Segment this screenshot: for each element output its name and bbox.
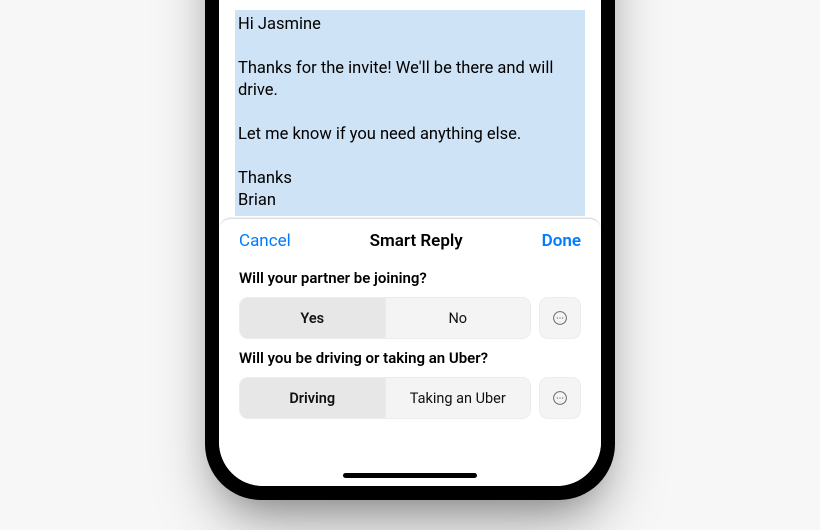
question-2-more-button[interactable] [539,377,581,419]
ellipsis-icon [551,389,569,407]
question-1-label: Will your partner be joining? [239,269,581,287]
phone-inner: Hi Jasmine Thanks for the invite! We'll … [215,0,605,490]
question-1-segment: Yes No [239,297,581,339]
smart-reply-sheet: Cancel Smart Reply Done Will your partne… [219,218,601,486]
question-1-option-yes[interactable]: Yes [240,298,385,338]
question-2-option-driving[interactable]: Driving [240,378,385,418]
screen-content: Hi Jasmine Thanks for the invite! We'll … [219,0,601,486]
stage: Hi Jasmine Thanks for the invite! We'll … [0,0,820,530]
compose-area: Hi Jasmine Thanks for the invite! We'll … [219,0,601,218]
compose-body-text[interactable]: Hi Jasmine Thanks for the invite! We'll … [235,10,585,216]
question-1-options: Yes No [239,297,531,339]
question-1-option-no[interactable]: No [385,298,531,338]
cancel-button[interactable]: Cancel [239,231,291,251]
done-button[interactable]: Done [542,231,581,251]
ellipsis-icon [551,309,569,327]
home-indicator[interactable] [343,473,477,478]
question-2-label: Will you be driving or taking an Uber? [239,349,581,367]
question-block-2: Will you be driving or taking an Uber? D… [219,341,601,421]
question-2-options: Driving Taking an Uber [239,377,531,419]
phone-frame: Hi Jasmine Thanks for the invite! We'll … [205,0,615,500]
question-2-segment: Driving Taking an Uber [239,377,581,419]
question-2-option-uber[interactable]: Taking an Uber [385,378,531,418]
sheet-header: Cancel Smart Reply Done [219,219,601,261]
sheet-title: Smart Reply [370,231,463,251]
question-block-1: Will your partner be joining? Yes No [219,261,601,341]
question-1-more-button[interactable] [539,297,581,339]
phone-screen: Hi Jasmine Thanks for the invite! We'll … [219,0,601,486]
